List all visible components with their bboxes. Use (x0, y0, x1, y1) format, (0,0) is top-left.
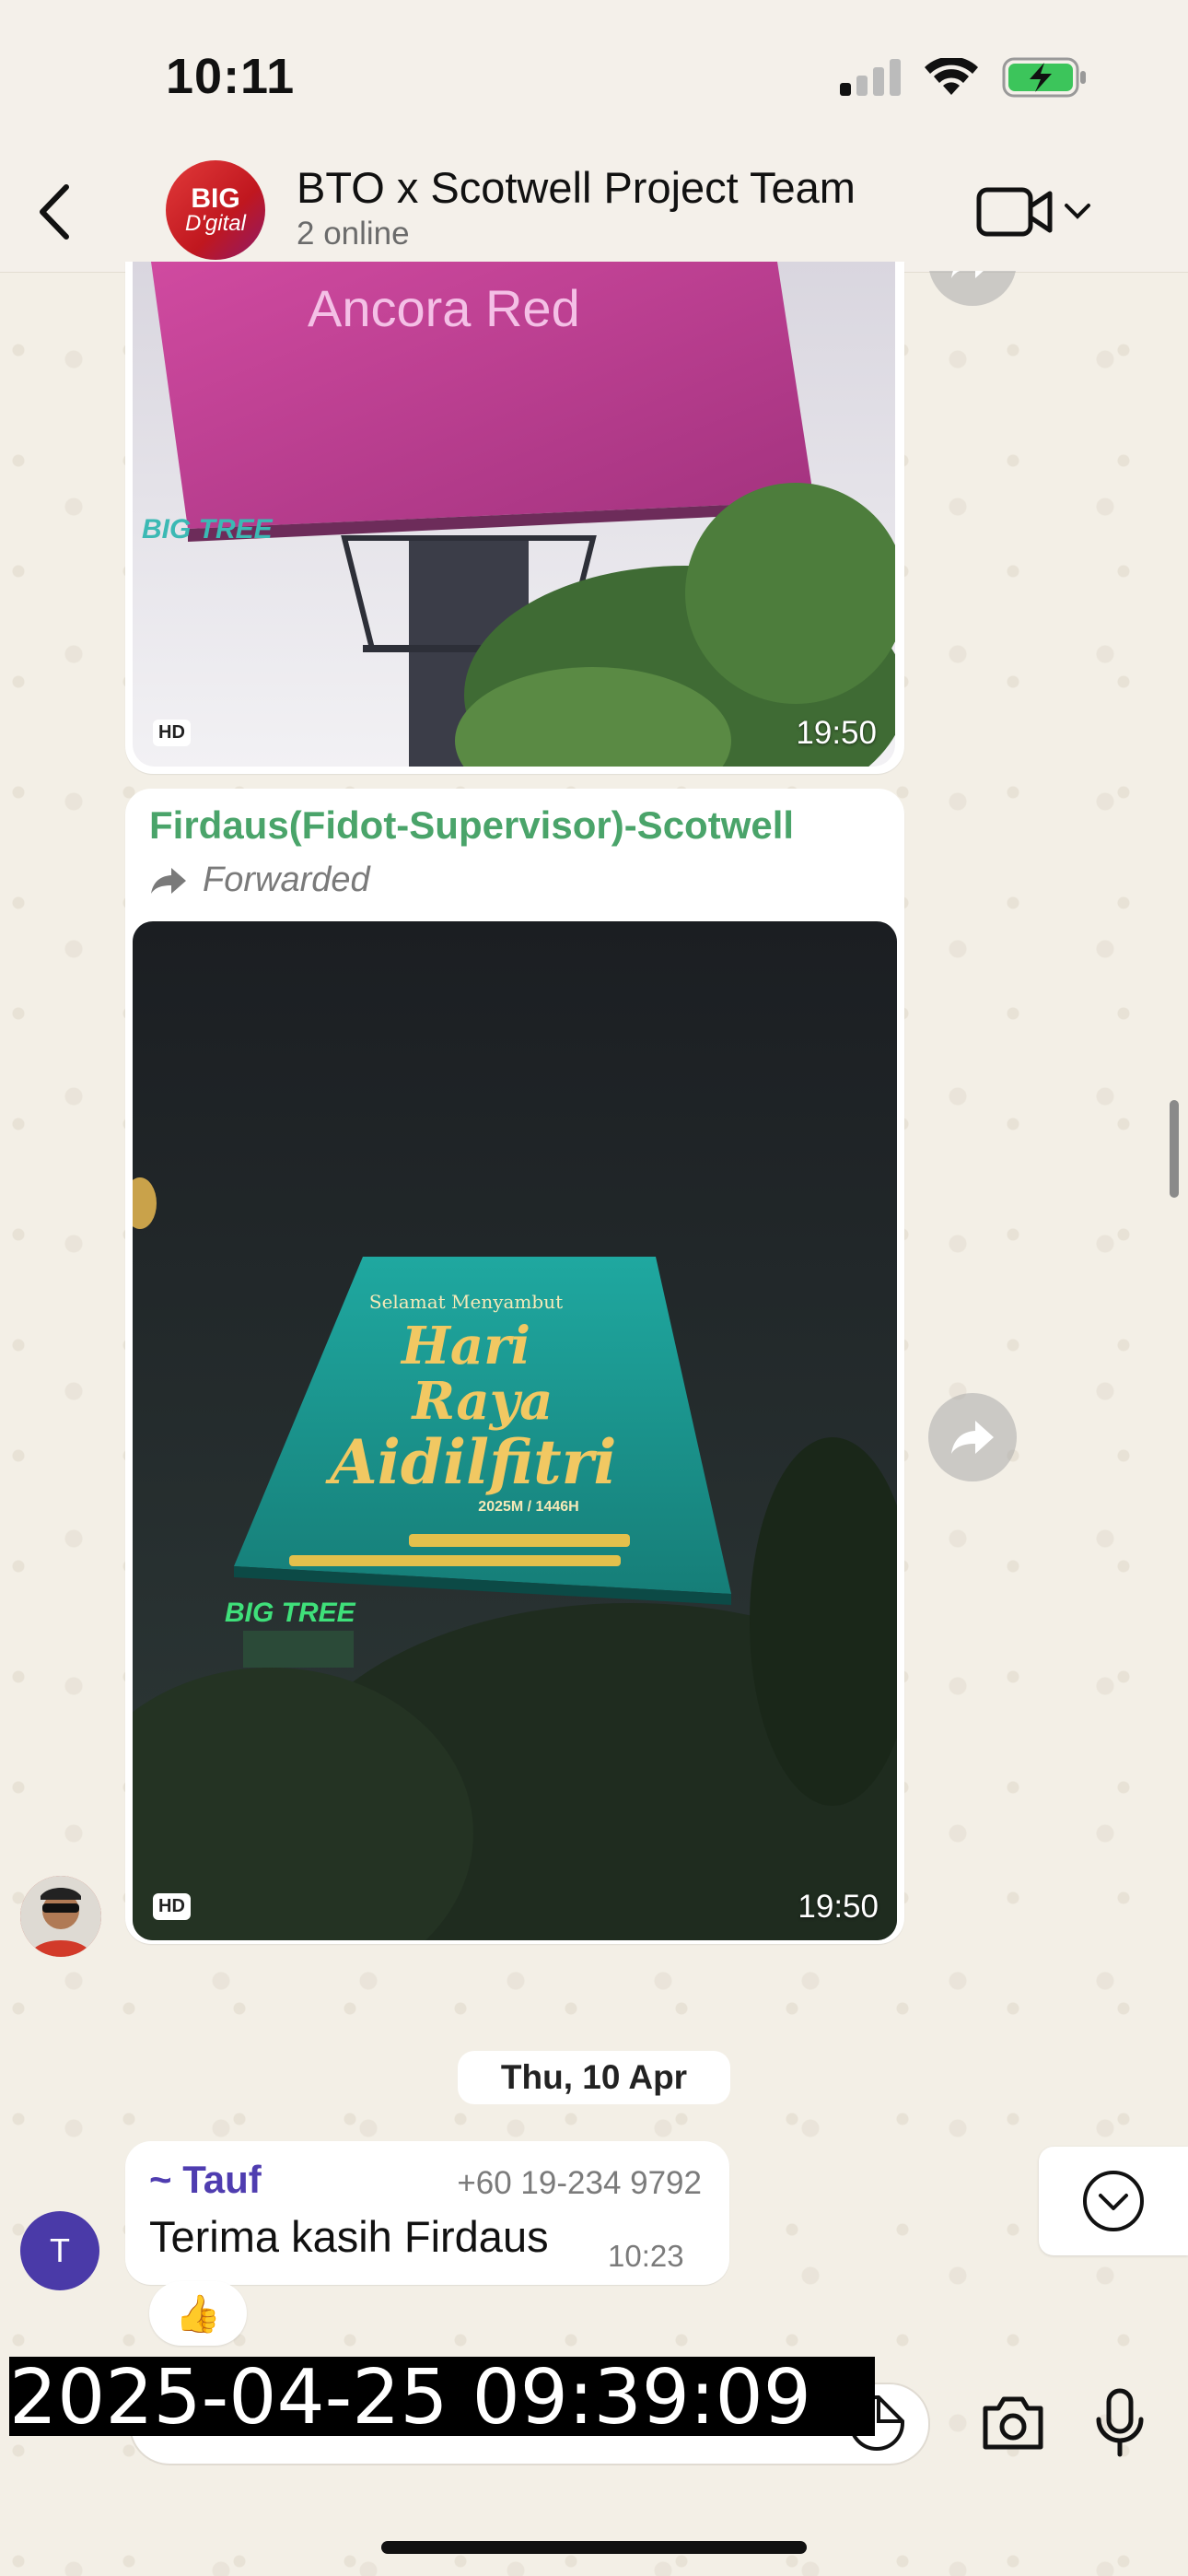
billboard-header-text: Selamat Menyambut (369, 1291, 563, 1313)
billboard-image-2: Selamat Menyambut Hari Raya Aidilfitri 2… (133, 921, 897, 1940)
cellular-signal-icon (840, 59, 901, 96)
online-status: 2 online (297, 216, 410, 252)
camera-button[interactable] (980, 2394, 1046, 2453)
person-photo-icon (20, 1876, 101, 1957)
chevron-left-icon (40, 184, 69, 240)
billboard-image-1: Ancora Red BIG TREE (133, 262, 895, 767)
overlay-timestamp: 2025-04-25 09:39:09 (9, 2357, 875, 2436)
forwarded-label: Forwarded (149, 861, 370, 900)
wifi-icon (925, 58, 978, 95)
billboard-title-2: Raya (411, 1371, 553, 1432)
billboard-title-1: Hari (400, 1316, 530, 1376)
status-icons (840, 57, 1087, 98)
home-indicator[interactable] (381, 2541, 807, 2554)
member-avatar[interactable] (20, 1876, 101, 1957)
message-text: Terima kasih Firdaus (149, 2212, 549, 2261)
back-button[interactable] (28, 175, 83, 249)
message-time: 19:50 (796, 715, 877, 751)
message-time: 10:23 (608, 2239, 684, 2273)
billboard-title-3: Aidilfitri (325, 1426, 617, 1498)
forward-button-2[interactable] (928, 1393, 1017, 1481)
microphone-button[interactable] (1094, 2388, 1146, 2458)
status-time: 10:11 (166, 49, 296, 104)
big-tree-logo: BIG TREE (225, 1598, 356, 1628)
sender-phone: +60 19-234 9792 (457, 2165, 702, 2201)
hd-badge: HD (153, 1893, 191, 1920)
scroll-to-bottom-button[interactable] (1039, 2147, 1188, 2255)
sender-avatar[interactable]: T (20, 2211, 99, 2290)
forward-arrow-icon (151, 867, 186, 894)
status-bar: 10:11 (0, 0, 1188, 157)
sender-name-tauf[interactable]: ~ Tauf (149, 2158, 262, 2202)
group-avatar[interactable]: BIG D'gital (166, 160, 265, 260)
chat-header: BIG D'gital BTO x Scotwell Project Team … (0, 157, 1188, 273)
billboard-photo-2[interactable]: Selamat Menyambut Hari Raya Aidilfitri 2… (133, 921, 897, 1940)
group-avatar-text-2: D'gital (185, 211, 246, 236)
photo-message-1[interactable]: Ancora Red BIG TREE HD 19:50 (125, 262, 904, 774)
chat-title[interactable]: BTO x Scotwell Project Team (297, 162, 856, 213)
microphone-icon (1096, 2388, 1144, 2457)
big-tree-logo: BIG TREE (142, 514, 274, 544)
ancora-red-caption: Ancora Red (308, 279, 580, 337)
video-call-button[interactable] (976, 175, 1105, 249)
video-camera-icon (976, 187, 1053, 237)
forwarded-text: Forwarded (203, 861, 370, 899)
camera-icon (983, 2396, 1043, 2450)
battery-icon (1002, 57, 1086, 98)
billboard-year-text: 2025M / 1446H (478, 1499, 578, 1515)
billboard-photo-1[interactable]: Ancora Red BIG TREE HD 19:50 (133, 262, 895, 767)
chevron-down-circle-icon (1083, 2171, 1144, 2231)
date-separator: Thu, 10 Apr (458, 2051, 730, 2104)
chevron-down-icon (1065, 204, 1090, 219)
message-time: 19:50 (798, 1889, 879, 1925)
sender-name[interactable]: Firdaus(Fidot-Supervisor)-Scotwell (149, 803, 794, 848)
group-avatar-text-1: BIG (191, 183, 240, 214)
forward-arrow-icon (951, 1421, 994, 1454)
scroll-indicator[interactable] (1170, 1100, 1179, 1198)
reaction-badge[interactable]: 👍 (149, 2281, 247, 2346)
hd-badge: HD (153, 720, 191, 746)
